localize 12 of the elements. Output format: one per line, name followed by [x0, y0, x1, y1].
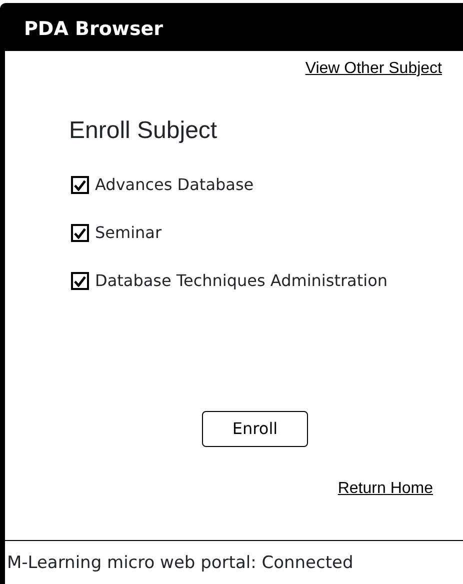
enroll-button[interactable]: Enroll — [202, 411, 308, 447]
page-heading: Enroll Subject — [69, 116, 218, 146]
window-title: PDA Browser — [24, 18, 164, 40]
subject-label: Advances Database — [95, 174, 254, 196]
checkbox[interactable] — [71, 272, 89, 290]
checkbox[interactable] — [71, 224, 89, 242]
status-text: M-Learning micro web portal: Connected — [7, 553, 354, 573]
return-home-link[interactable]: Return Home — [338, 477, 433, 501]
view-other-subject-link[interactable]: View Other Subject — [305, 57, 442, 81]
subject-label: Seminar — [95, 222, 162, 244]
checkbox[interactable] — [71, 176, 89, 194]
subject-label: Database Techniques Administration — [95, 270, 388, 292]
